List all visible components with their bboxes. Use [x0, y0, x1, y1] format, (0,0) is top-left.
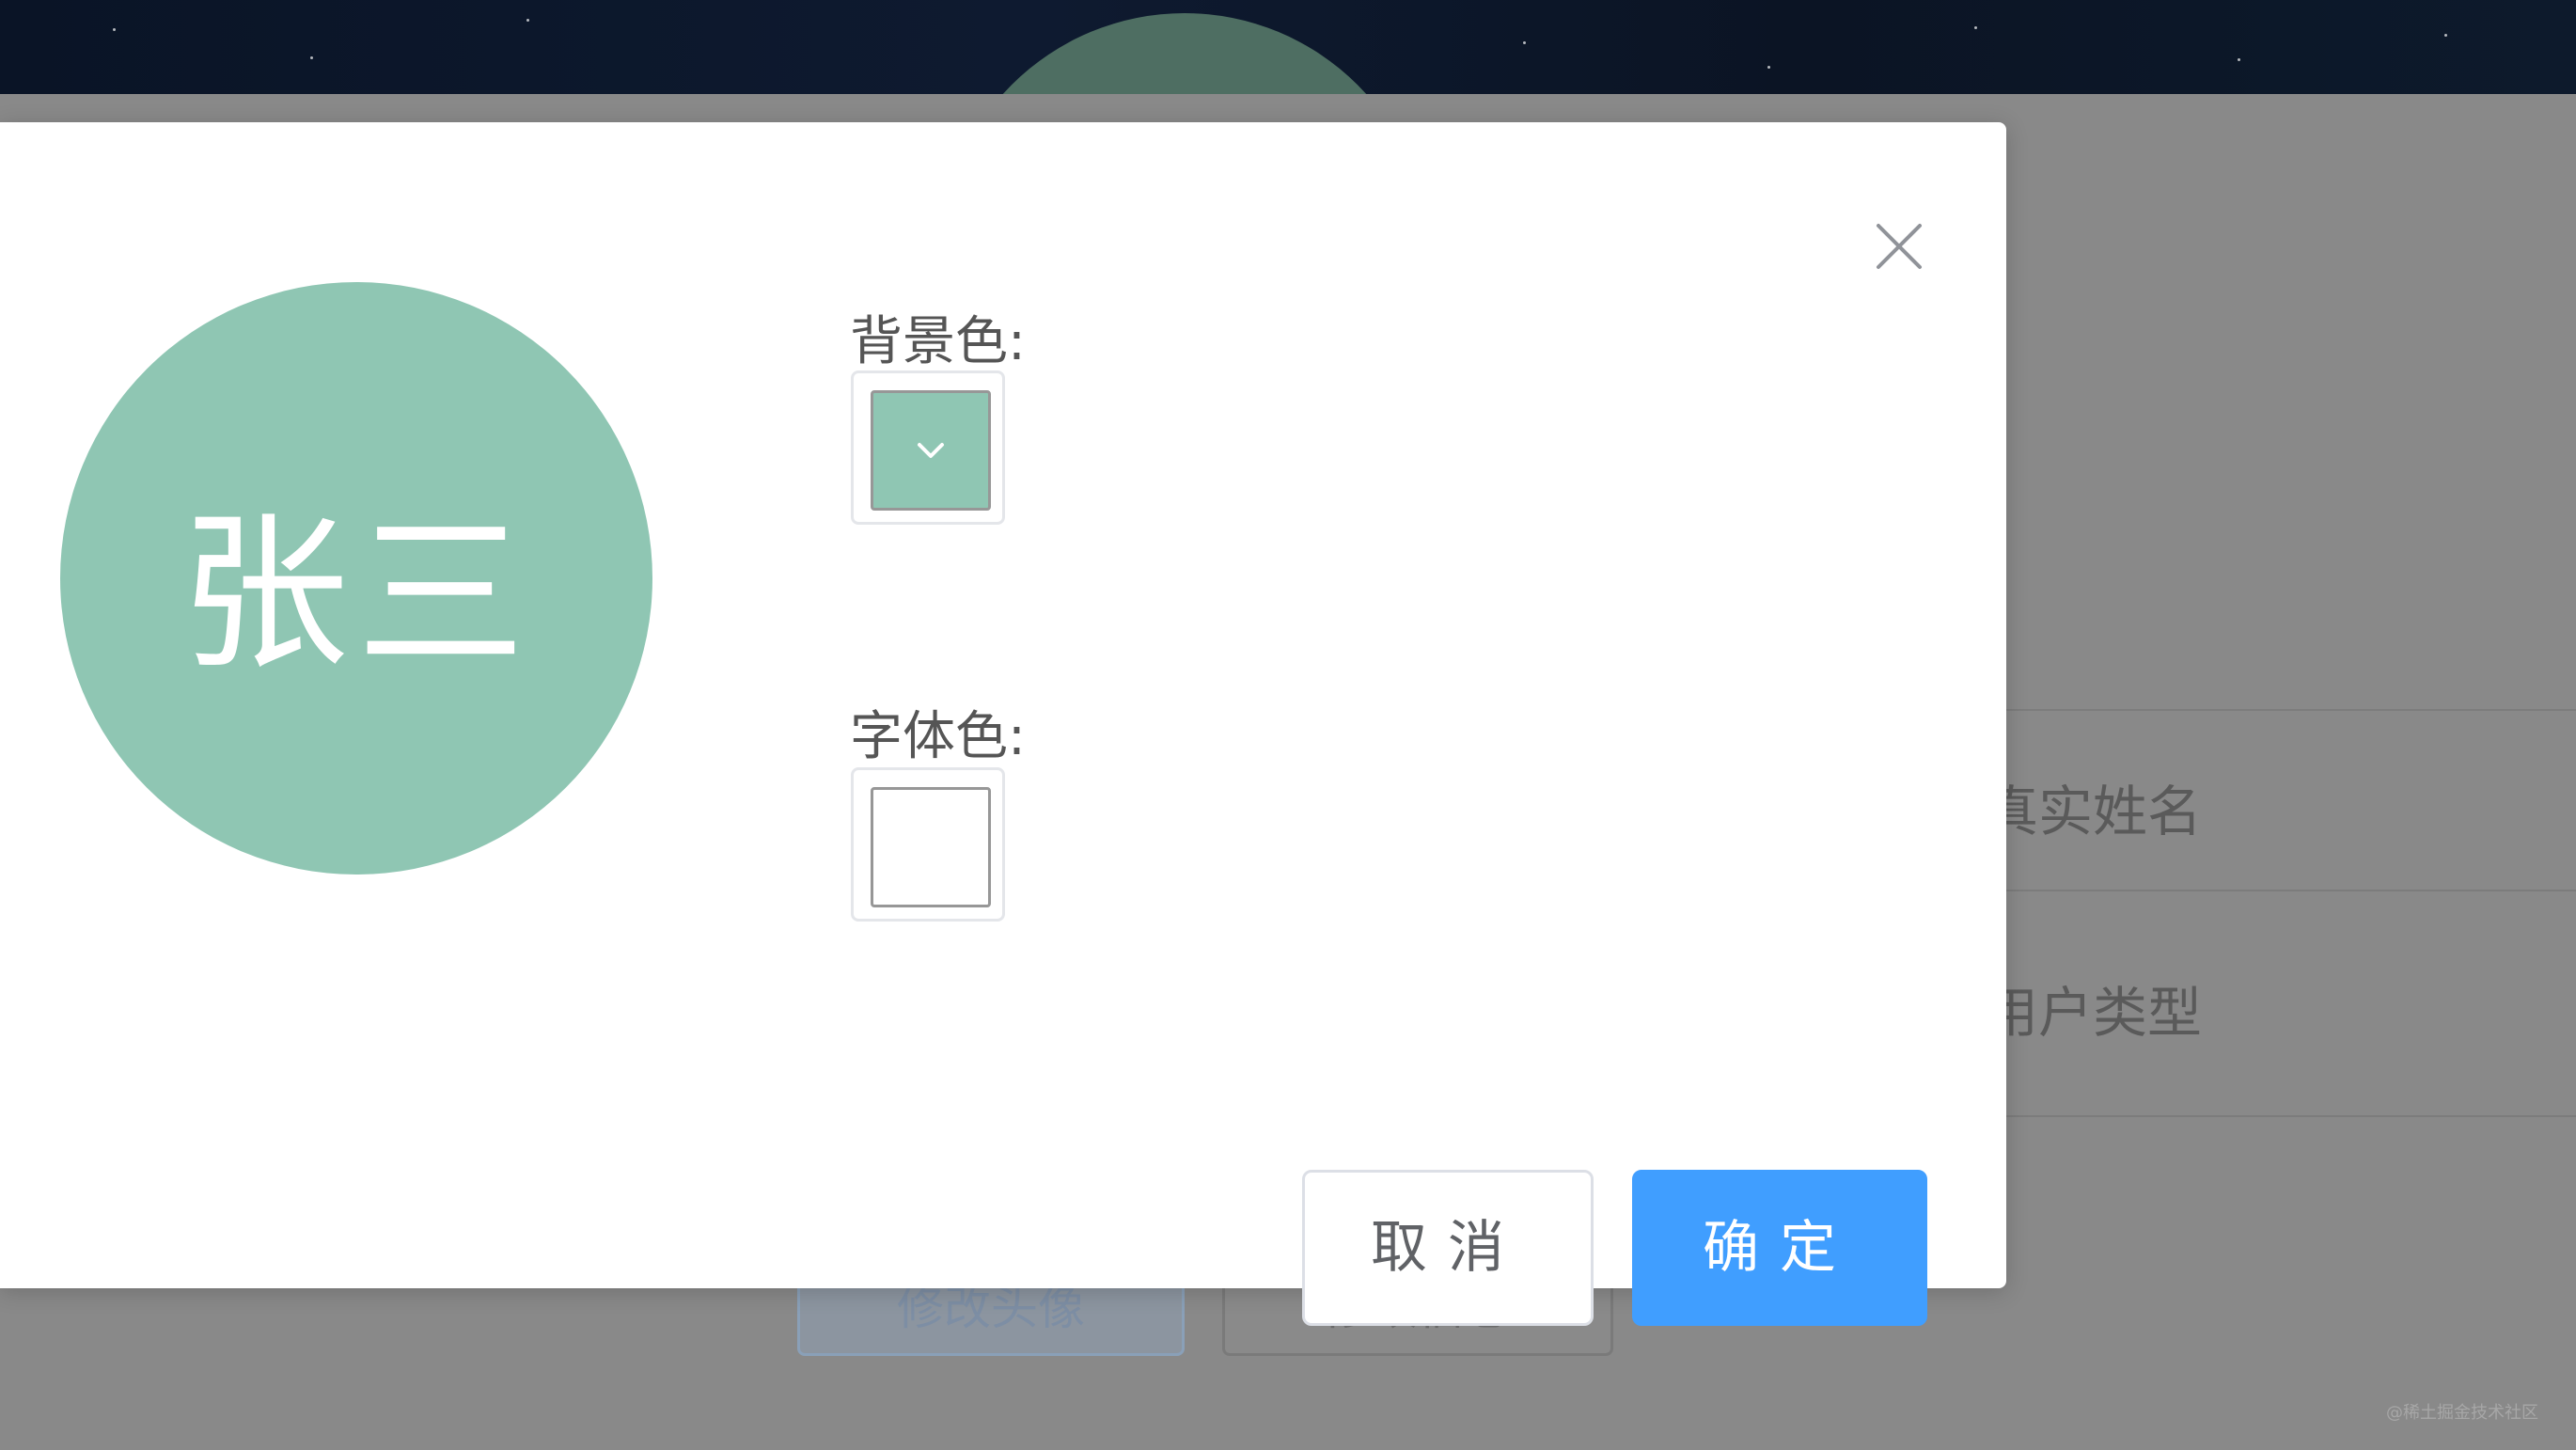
background-color-picker[interactable] [851, 370, 1005, 525]
star [1974, 26, 1977, 29]
background-row-divider [1974, 1115, 2576, 1117]
background-row-divider [1974, 709, 2576, 711]
background-color-swatch [871, 390, 991, 511]
star [1767, 66, 1770, 69]
star [2238, 58, 2240, 61]
background-row-user-type: 用户类型 [1984, 981, 2203, 1045]
background-row-divider [1974, 890, 2576, 891]
avatar-color-dialog: 张三 背景色: 字体色: 取消 确定 [0, 122, 2006, 1326]
avatar-name: 张三 [179, 496, 533, 693]
star [2444, 34, 2447, 37]
star [1523, 41, 1526, 44]
chevron-down-icon [918, 443, 944, 458]
background-color-label: 背景色: [850, 311, 1026, 372]
font-color-picker[interactable] [851, 767, 1005, 922]
close-button[interactable] [1865, 213, 1933, 280]
watermark: @稀土掘金技术社区 [2386, 1403, 2538, 1423]
star [526, 19, 529, 22]
star [310, 56, 313, 59]
background-row-real-name: 真实姓名 [1984, 780, 2203, 843]
font-color-label: 字体色: [850, 706, 1026, 767]
close-icon [1877, 224, 1922, 269]
star [113, 28, 116, 31]
cancel-button[interactable]: 取消 [1302, 1170, 1594, 1326]
font-color-swatch [871, 787, 991, 907]
confirm-button[interactable]: 确定 [1632, 1170, 1927, 1326]
avatar-preview: 张三 [60, 282, 652, 875]
